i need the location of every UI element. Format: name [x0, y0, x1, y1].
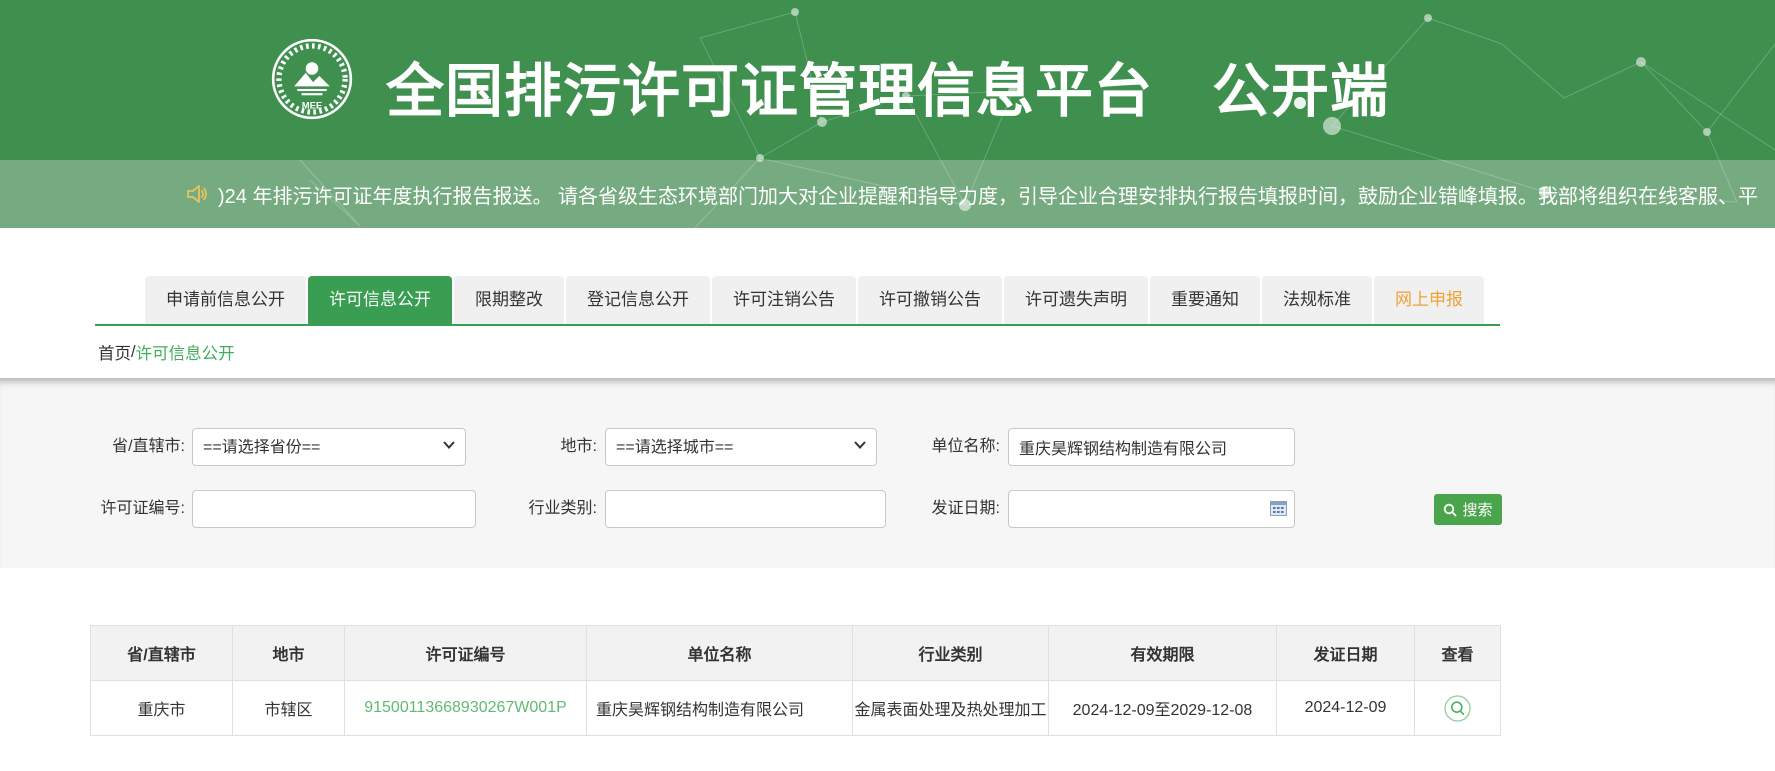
- site-header: MEE 全国排污许可证管理信息平台 公开端: [0, 0, 1775, 160]
- search-filter-panel: 省/直辖市: ==请选择省份== 地市: ==请选择城市== 单位名称: 许可证…: [0, 378, 1775, 568]
- cell-validity: 2024-12-09至2029-12-08: [1049, 681, 1277, 736]
- col-header-province: 省/直辖市: [91, 626, 233, 681]
- tab-registration-info[interactable]: 登记信息公开: [566, 276, 710, 324]
- city-select-wrap: ==请选择城市==: [605, 428, 877, 466]
- breadcrumb: 首页/许可信息公开: [98, 326, 1775, 378]
- issue-date-input[interactable]: [1008, 490, 1295, 528]
- nav-section: 申请前信息公开 许可信息公开 限期整改 登记信息公开 许可注销公告 许可撤销公告…: [0, 228, 1775, 378]
- col-header-permit-no: 许可证编号: [345, 626, 587, 681]
- tab-permit-revocation-notice[interactable]: 许可撤销公告: [858, 276, 1002, 324]
- tab-deadline-rectification[interactable]: 限期整改: [454, 276, 564, 324]
- announcement-bar: )24 年排污许可证年度执行报告报送。 请各省级生态环境部门加大对企业提醒和指导…: [0, 160, 1775, 228]
- cell-industry: 金属表面处理及热处理加工: [853, 681, 1049, 736]
- search-icon: [1443, 503, 1457, 517]
- company-name-field-wrap: [1008, 428, 1295, 466]
- cell-issue-date: 2024-12-09: [1277, 681, 1415, 736]
- results-section: 省/直辖市 地市 许可证编号 单位名称 行业类别 有效期限 发证日期 查看 重庆…: [90, 625, 1775, 736]
- issue-date-label: 发证日期:: [880, 490, 1000, 528]
- view-details-button[interactable]: [1444, 695, 1471, 722]
- industry-input[interactable]: [605, 490, 886, 528]
- announcement-text: )24 年排污许可证年度执行报告报送。 请各省级生态环境部门加大对企业提醒和指导…: [218, 180, 1758, 209]
- permit-number-input[interactable]: [192, 490, 476, 528]
- mee-logo-text: MEE: [302, 100, 322, 111]
- col-header-industry: 行业类别: [853, 626, 1049, 681]
- tab-permit-info[interactable]: 许可信息公开: [308, 276, 452, 324]
- search-button[interactable]: 搜索: [1434, 494, 1502, 525]
- col-header-issue-date: 发证日期: [1277, 626, 1415, 681]
- province-label: 省/直辖市:: [40, 428, 185, 466]
- cell-province: 重庆市: [91, 681, 233, 736]
- permit-number-field-wrap: [192, 490, 476, 528]
- tab-pre-application-info[interactable]: 申请前信息公开: [145, 276, 306, 324]
- tabs-row: 申请前信息公开 许可信息公开 限期整改 登记信息公开 许可注销公告 许可撤销公告…: [95, 276, 1500, 326]
- breadcrumb-home[interactable]: 首页: [98, 340, 131, 364]
- permit-number-link[interactable]: 91500113668930267W001P: [364, 699, 567, 716]
- speaker-icon: [185, 182, 209, 206]
- tab-regulations-standards[interactable]: 法规标准: [1262, 276, 1372, 324]
- mee-logo: MEE: [270, 37, 354, 121]
- city-label: 地市:: [475, 428, 597, 466]
- issue-date-field-wrap: [1008, 490, 1295, 528]
- cell-company: 重庆昊辉钢结构制造有限公司: [587, 681, 853, 736]
- industry-field-wrap: [605, 490, 886, 528]
- province-select[interactable]: ==请选择省份==: [192, 428, 466, 466]
- col-header-view: 查看: [1415, 626, 1501, 681]
- city-select[interactable]: ==请选择城市==: [605, 428, 877, 466]
- tab-permit-cancellation-notice[interactable]: 许可注销公告: [712, 276, 856, 324]
- company-name-input[interactable]: [1008, 428, 1295, 466]
- tab-online-declaration[interactable]: 网上申报: [1374, 276, 1484, 324]
- col-header-company: 单位名称: [587, 626, 853, 681]
- cell-city: 市辖区: [233, 681, 345, 736]
- results-table: 省/直辖市 地市 许可证编号 单位名称 行业类别 有效期限 发证日期 查看 重庆…: [90, 625, 1501, 736]
- calendar-icon[interactable]: [1270, 500, 1287, 516]
- industry-label: 行业类别:: [475, 490, 597, 528]
- tab-permit-loss-statement[interactable]: 许可遗失声明: [1004, 276, 1148, 324]
- table-header-row: 省/直辖市 地市 许可证编号 单位名称 行业类别 有效期限 发证日期 查看: [91, 626, 1501, 681]
- table-row: 重庆市 市辖区 91500113668930267W001P 重庆昊辉钢结构制造…: [91, 681, 1501, 736]
- col-header-validity: 有效期限: [1049, 626, 1277, 681]
- tab-important-notice[interactable]: 重要通知: [1150, 276, 1260, 324]
- page-title: 全国排污许可证管理信息平台 公开端: [386, 44, 1389, 128]
- permit-number-label: 许可证编号:: [40, 490, 185, 528]
- col-header-city: 地市: [233, 626, 345, 681]
- breadcrumb-current: 许可信息公开: [136, 340, 235, 364]
- province-select-wrap: ==请选择省份==: [192, 428, 466, 466]
- company-name-label: 单位名称:: [880, 428, 1000, 466]
- search-button-label: 搜索: [1462, 499, 1492, 520]
